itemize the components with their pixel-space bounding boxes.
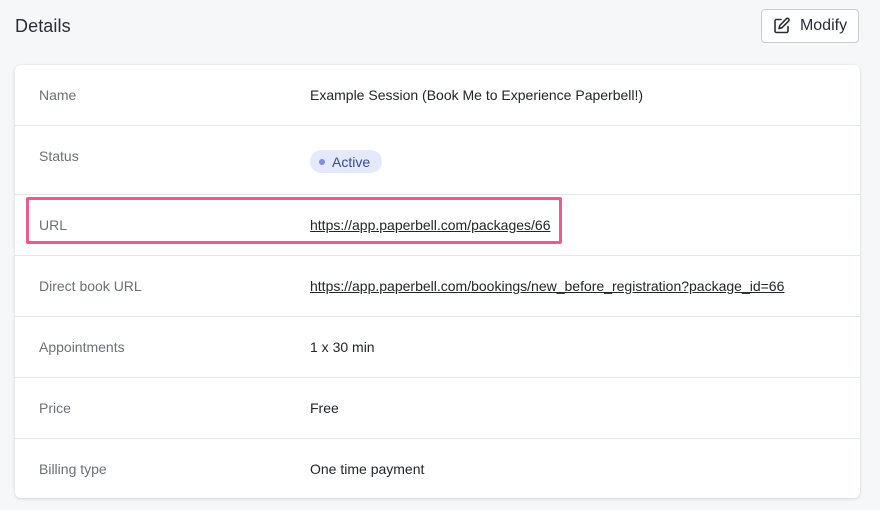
detail-row-name: Name Example Session (Book Me to Experie… bbox=[15, 65, 860, 126]
row-label: Status bbox=[39, 148, 79, 164]
detail-row-billing-type: Billing type One time payment bbox=[15, 439, 860, 498]
row-label: Price bbox=[39, 400, 71, 416]
row-value: Example Session (Book Me to Experience P… bbox=[310, 87, 644, 103]
modify-button-label: Modify bbox=[799, 17, 848, 34]
status-badge: Active bbox=[310, 150, 383, 173]
row-value: 1 x 30 min bbox=[310, 339, 375, 355]
detail-row-status: Status Active bbox=[15, 126, 860, 195]
row-value: Free bbox=[310, 400, 339, 416]
detail-row-url: URL https://app.paperbell.com/packages/6… bbox=[15, 195, 860, 256]
edit-icon bbox=[773, 17, 791, 35]
status-dot-icon bbox=[319, 158, 325, 165]
status-badge-label: Active bbox=[332, 153, 371, 170]
detail-row-direct-book-url: Direct book URL https://app.paperbell.co… bbox=[15, 256, 860, 317]
detail-row-price: Price Free bbox=[15, 378, 860, 439]
modify-button[interactable]: Modify bbox=[761, 9, 859, 43]
direct-book-url-link[interactable]: https://app.paperbell.com/bookings/new_b… bbox=[310, 278, 784, 294]
row-value: One time payment bbox=[310, 461, 425, 477]
detail-row-appointments: Appointments 1 x 30 min bbox=[15, 317, 860, 378]
package-url-link[interactable]: https://app.paperbell.com/packages/66 bbox=[310, 217, 551, 233]
row-label: Name bbox=[39, 87, 77, 103]
details-card: Name Example Session (Book Me to Experie… bbox=[15, 65, 860, 498]
row-label: Billing type bbox=[39, 461, 107, 477]
row-label: Appointments bbox=[39, 339, 125, 355]
row-label: Direct book URL bbox=[39, 278, 142, 294]
page-title: Details bbox=[15, 16, 71, 36]
row-label: URL bbox=[39, 217, 68, 233]
